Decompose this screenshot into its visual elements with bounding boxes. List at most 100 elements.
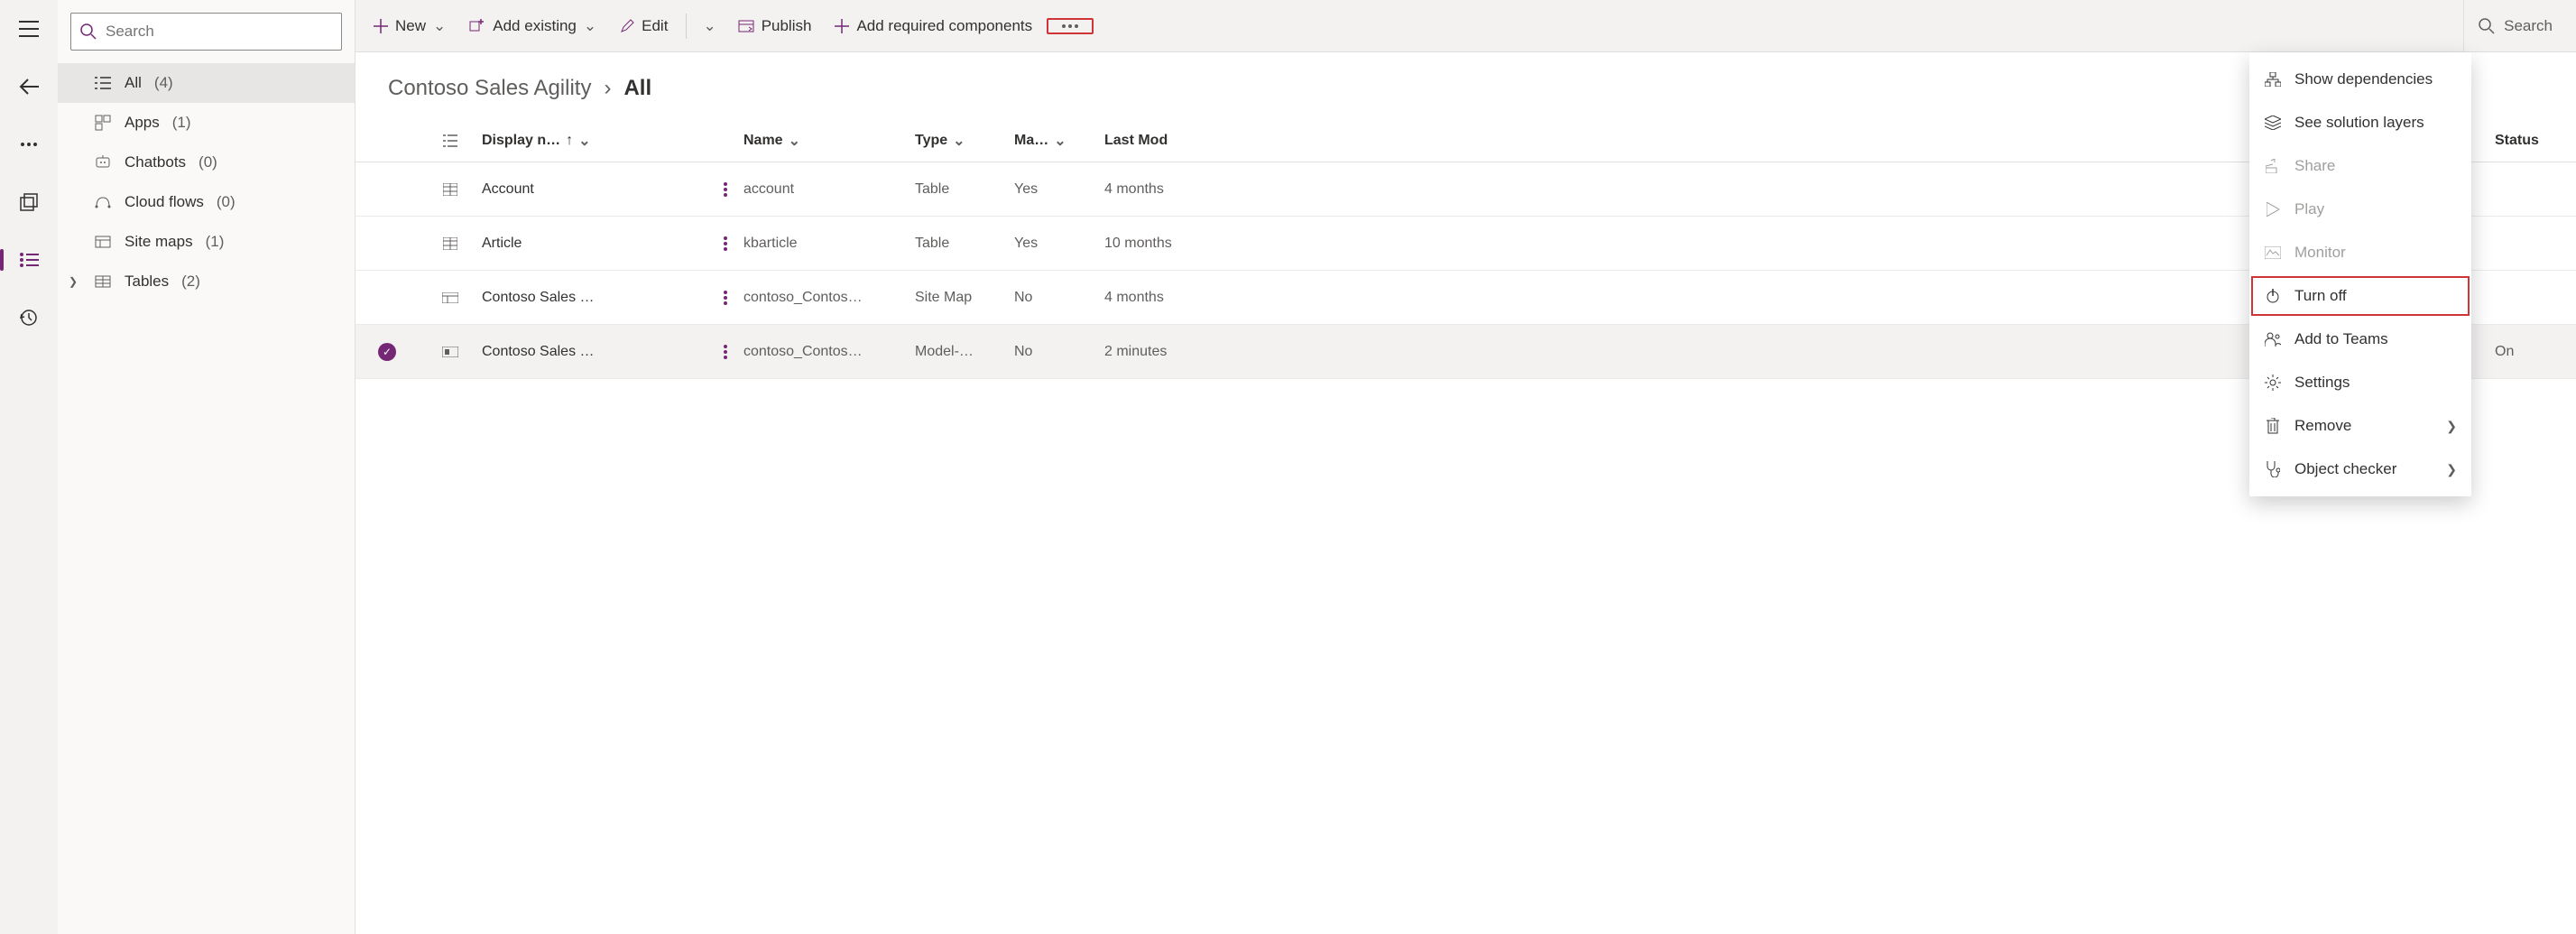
row-modified: 10 months: [1104, 236, 1285, 252]
table-row[interactable]: Contoso Sales …contoso_Contos…Site MapNo…: [355, 271, 2576, 325]
search-input[interactable]: [70, 13, 342, 51]
column-modified[interactable]: Last Mod: [1104, 133, 1285, 149]
sort-asc-icon: ↑: [566, 133, 573, 149]
nav-item-all[interactable]: All (4): [58, 63, 355, 103]
row-more-button[interactable]: [707, 291, 743, 305]
row-managed: No: [1014, 290, 1104, 306]
table-row[interactable]: ✓Contoso Sales …contoso_Contos…Model-…No…: [355, 325, 2576, 379]
more-commands-button[interactable]: [1047, 18, 1094, 34]
menu-item-deps[interactable]: Show dependencies: [2249, 58, 2471, 101]
chevron-down-icon: ⌄: [584, 17, 596, 35]
nav-label: Cloud flows: [125, 193, 204, 211]
menu-item-gear[interactable]: Settings: [2249, 361, 2471, 404]
trash-icon: [2264, 418, 2282, 434]
nav-item-sitemaps[interactable]: Site maps (1): [58, 222, 355, 262]
menu-item-steth[interactable]: Object checker❯: [2249, 448, 2471, 491]
edit-split-button[interactable]: ⌄: [696, 12, 723, 41]
power-icon: [2264, 289, 2282, 303]
solutions-icon[interactable]: [11, 184, 47, 220]
table-row[interactable]: AccountaccountTableYes4 months: [355, 162, 2576, 217]
flow-icon: [94, 194, 112, 210]
row-more-button[interactable]: [707, 236, 743, 251]
row-more-button[interactable]: [707, 345, 743, 359]
add-required-button[interactable]: Add required components: [826, 12, 1041, 41]
menu-label: Turn off: [2294, 287, 2347, 305]
add-existing-button[interactable]: Add existing ⌄: [460, 12, 605, 41]
back-icon[interactable]: [11, 69, 47, 105]
share-icon: [2264, 159, 2282, 173]
menu-item-teams[interactable]: Add to Teams: [2249, 318, 2471, 361]
column-icon-header[interactable]: [419, 134, 482, 148]
row-type: Model-…: [915, 344, 1014, 360]
nav-count: (2): [181, 273, 200, 291]
command-bar: New ⌄ Add existing ⌄ Edit ⌄ Publish: [355, 0, 2576, 52]
row-display-name: Contoso Sales …: [482, 344, 707, 360]
menu-label: Object checker: [2294, 460, 2396, 478]
chevron-right-icon: ›: [604, 76, 611, 101]
menu-item-layers[interactable]: See solution layers: [2249, 101, 2471, 144]
table: Display n… ↑ ⌄ Name ⌄ Type ⌄ Ma… ⌄: [355, 110, 2576, 379]
menu-item-share: Share: [2249, 144, 2471, 188]
edit-icon: [620, 19, 634, 33]
row-type: Table: [915, 236, 1014, 252]
chevron-right-icon[interactable]: ❯: [69, 275, 78, 288]
menu-label: Add to Teams: [2294, 330, 2388, 348]
nav-item-apps[interactable]: Apps (1): [58, 103, 355, 143]
steth-icon: [2264, 461, 2282, 477]
monitor-icon: [2264, 246, 2282, 259]
search-right[interactable]: Search: [2463, 0, 2567, 51]
context-menu: Show dependencies See solution layersShar…: [2249, 52, 2471, 496]
apps-icon: [94, 115, 112, 131]
cmd-label: Add existing: [493, 17, 577, 35]
cmd-label: Add required components: [856, 17, 1032, 35]
hamburger-icon[interactable]: [11, 11, 47, 47]
column-name[interactable]: Name ⌄: [743, 132, 915, 150]
column-managed[interactable]: Ma… ⌄: [1014, 132, 1104, 150]
ellipsis-icon[interactable]: [11, 126, 47, 162]
row-display-name: Account: [482, 181, 707, 198]
search-icon: [80, 23, 97, 40]
menu-label: Remove: [2294, 417, 2351, 435]
edit-button[interactable]: Edit: [611, 12, 677, 41]
publish-button[interactable]: Publish: [729, 12, 821, 41]
row-managed: Yes: [1014, 236, 1104, 252]
row-more-button[interactable]: [707, 182, 743, 197]
table-icon: [94, 275, 112, 288]
new-button[interactable]: New ⌄: [365, 12, 455, 41]
cmd-label: Edit: [642, 17, 668, 35]
objects-icon[interactable]: [11, 242, 47, 278]
menu-item-trash[interactable]: Remove❯: [2249, 404, 2471, 448]
column-display-name[interactable]: Display n… ↑ ⌄: [482, 132, 707, 150]
history-icon[interactable]: [11, 300, 47, 336]
play-icon: [2264, 202, 2282, 217]
row-type: Site Map: [915, 290, 1014, 306]
sitemap-icon: [94, 236, 112, 248]
layers-icon: [2264, 116, 2282, 130]
gear-icon: [2264, 375, 2282, 391]
plus-icon: [374, 19, 388, 33]
nav-count: (0): [199, 153, 217, 171]
nav-label: Site maps: [125, 233, 193, 251]
row-select[interactable]: ✓: [355, 343, 419, 361]
menu-label: Show dependencies: [2294, 70, 2433, 88]
row-name: contoso_Contos…: [743, 344, 915, 360]
row-type-icon: [419, 237, 482, 250]
add-existing-icon: [469, 19, 485, 33]
nav-label: Tables: [125, 273, 169, 291]
menu-item-power[interactable]: Turn off: [2249, 274, 2471, 318]
column-status[interactable]: Status: [2495, 133, 2576, 149]
nav-item-cloudflows[interactable]: Cloud flows (0): [58, 182, 355, 222]
nav-item-tables[interactable]: ❯ Tables (2): [58, 262, 355, 301]
row-name: account: [743, 181, 915, 198]
table-row[interactable]: ArticlekbarticleTableYes10 months: [355, 217, 2576, 271]
left-rail: [0, 0, 58, 934]
deps-icon: [2264, 72, 2282, 87]
row-modified: 2 minutes: [1104, 344, 1285, 360]
nav-count: (0): [217, 193, 235, 211]
column-type[interactable]: Type ⌄: [915, 132, 1014, 150]
menu-item-play: Play: [2249, 188, 2471, 231]
nav-item-chatbots[interactable]: Chatbots (0): [58, 143, 355, 182]
breadcrumb-root[interactable]: Contoso Sales Agility: [388, 76, 591, 101]
chevron-down-icon: ⌄: [953, 132, 965, 150]
search-field[interactable]: [106, 23, 332, 41]
